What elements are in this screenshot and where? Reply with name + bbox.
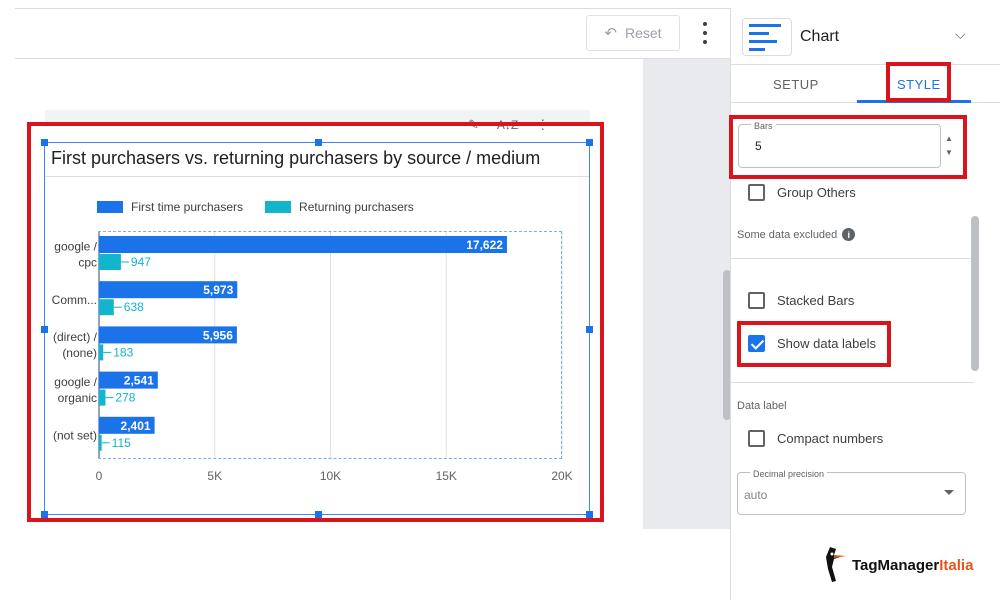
data-label-section-title: Data label — [737, 400, 787, 412]
group-others-label: Group Others — [777, 185, 856, 200]
logo-text: TagManagerItalia — [852, 557, 973, 574]
tab-setup[interactable]: SETUP — [773, 77, 819, 92]
data-excluded-label: Some data excluded — [737, 228, 838, 241]
panel-title: Chart — [800, 28, 840, 45]
checkbox-unchecked[interactable] — [748, 184, 765, 201]
woodpecker-logo-icon — [826, 547, 846, 582]
group-others-checkbox[interactable]: Group Others — [748, 184, 856, 201]
decimal-precision-label: Decimal precision — [750, 469, 828, 479]
style-tab-highlight-annotation — [886, 62, 951, 102]
data-labels-highlight-annotation — [737, 321, 891, 367]
section-divider — [731, 382, 974, 383]
compact-numbers-checkbox[interactable]: Compact numbers — [748, 430, 883, 447]
bar-chart-icon[interactable] — [742, 18, 792, 56]
compact-numbers-label: Compact numbers — [777, 431, 884, 446]
stacked-bars-label: Stacked Bars — [777, 293, 855, 308]
chevron-down-icon[interactable]: ⌵ — [955, 26, 966, 43]
panel-scrollbar[interactable] — [971, 216, 979, 371]
brand-logo: TagManagerItalia — [820, 545, 973, 585]
decimal-precision-value[interactable]: auto — [744, 488, 767, 502]
bars-highlight-annotation — [729, 115, 967, 179]
checkbox-unchecked[interactable] — [748, 430, 765, 447]
logo-accent: Italia — [939, 556, 974, 574]
panel-tabs — [731, 65, 1000, 103]
dropdown-arrow-icon[interactable] — [944, 490, 954, 495]
section-divider — [731, 258, 974, 259]
logo-main: TagManager — [852, 556, 940, 574]
data-excluded-note: Some data excluded i — [737, 228, 856, 241]
checkbox-unchecked[interactable] — [748, 292, 765, 309]
stacked-bars-checkbox[interactable]: Stacked Bars — [748, 292, 854, 309]
chart-highlight-annotation — [27, 122, 604, 522]
info-icon[interactable]: i — [842, 228, 856, 241]
